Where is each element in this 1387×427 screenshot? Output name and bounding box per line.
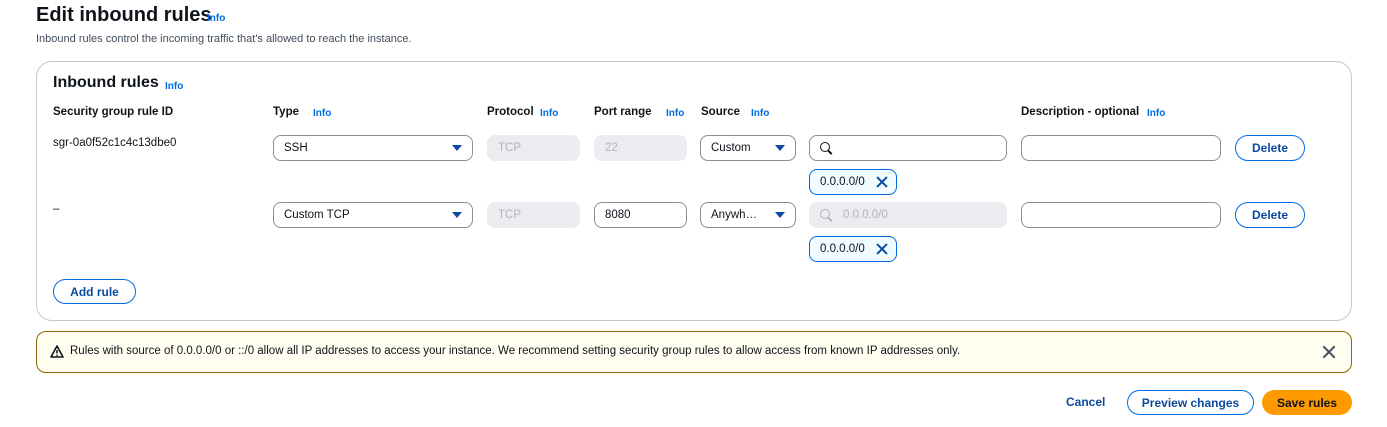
column-header-protocol: Protocol	[487, 106, 534, 118]
cancel-button[interactable]: Cancel	[1066, 395, 1105, 409]
source-cidr-token: 0.0.0.0/0	[809, 236, 897, 262]
preview-changes-button[interactable]: Preview changes	[1127, 390, 1254, 415]
description-field[interactable]	[1021, 202, 1221, 228]
type-select[interactable]: SSH	[273, 135, 473, 161]
protocol-info-link[interactable]: Info	[540, 108, 558, 119]
panel-title: Inbound rules	[53, 74, 159, 91]
page-title: Edit inbound rules	[36, 4, 212, 26]
port-range-field: 22	[594, 135, 687, 161]
caret-down-icon	[775, 145, 785, 151]
remove-token-icon[interactable]	[875, 175, 889, 189]
source-cidr-token-label: 0.0.0.0/0	[820, 243, 865, 255]
protocol-field: TCP	[487, 202, 580, 228]
column-header-type: Type	[273, 106, 299, 118]
source-cidr-token: 0.0.0.0/0	[809, 169, 897, 195]
source-select-value: Anywh…	[711, 209, 758, 221]
page-title-info-link[interactable]: Info	[207, 13, 225, 24]
rule-id: sgr-0a0f52c1c4c13dbe0	[53, 137, 177, 149]
inbound-rules-panel	[36, 61, 1352, 321]
source-info-link[interactable]: Info	[751, 108, 769, 119]
delete-rule-button[interactable]: Delete	[1235, 135, 1305, 161]
type-select-value: Custom TCP	[284, 209, 350, 221]
column-header-source: Source	[701, 106, 740, 118]
remove-token-icon[interactable]	[875, 242, 889, 256]
caret-down-icon	[452, 145, 462, 151]
source-cidr-token-label: 0.0.0.0/0	[820, 176, 865, 188]
source-cidr-search-placeholder: 0.0.0.0/0	[843, 209, 888, 221]
page-description: Inbound rules control the incoming traff…	[36, 33, 412, 45]
type-select-value: SSH	[284, 142, 308, 154]
description-field[interactable]	[1021, 135, 1221, 161]
column-header-rule-id: Security group rule ID	[53, 106, 174, 118]
panel-title-info-link[interactable]: Info	[165, 81, 183, 92]
add-rule-button[interactable]: Add rule	[53, 279, 136, 304]
port-range-info-link[interactable]: Info	[666, 108, 684, 119]
delete-rule-button[interactable]: Delete	[1235, 202, 1305, 228]
rule-id: –	[53, 203, 60, 215]
caret-down-icon	[452, 212, 462, 218]
search-icon	[820, 208, 833, 222]
close-icon[interactable]	[1322, 345, 1336, 359]
alert-message: Rules with source of 0.0.0.0/0 or ::/0 a…	[70, 345, 961, 357]
protocol-field: TCP	[487, 135, 580, 161]
port-range-field[interactable]: 8080	[594, 202, 687, 228]
source-select[interactable]: Custom	[700, 135, 796, 161]
description-info-link[interactable]: Info	[1147, 108, 1165, 119]
search-icon	[820, 141, 833, 155]
column-header-port-range: Port range	[594, 106, 652, 118]
type-info-link[interactable]: Info	[313, 108, 331, 119]
source-cidr-search: 0.0.0.0/0	[809, 202, 1007, 228]
caret-down-icon	[775, 212, 785, 218]
type-select[interactable]: Custom TCP	[273, 202, 473, 228]
source-select[interactable]: Anywh…	[700, 202, 796, 228]
source-cidr-search[interactable]	[809, 135, 1007, 161]
source-select-value: Custom	[711, 142, 751, 154]
warning-icon	[50, 345, 64, 358]
column-header-description: Description - optional	[1021, 106, 1140, 118]
save-rules-button[interactable]: Save rules	[1262, 390, 1352, 415]
